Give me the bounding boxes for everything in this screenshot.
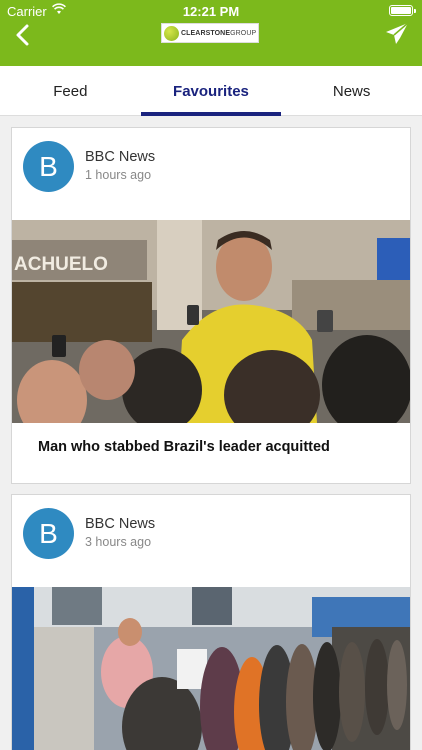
tab-feed[interactable]: Feed	[0, 66, 141, 116]
logo-text-light: GROUP	[230, 29, 257, 37]
logo-text: CLEARSTONE	[181, 29, 231, 37]
post-headline[interactable]: Man who stabbed Brazil's leader acquitte…	[38, 439, 398, 455]
status-bar: Carrier 12:21 PM	[0, 0, 422, 22]
back-button[interactable]	[10, 22, 36, 48]
post-source: BBC News	[85, 149, 156, 165]
favourites-feed[interactable]: B BBC News 1 hours ago ACHUELO Man who s…	[0, 117, 422, 750]
post-card[interactable]: B BBC News 3 hours ago	[11, 494, 411, 750]
post-image[interactable]: ACHUELO	[12, 220, 410, 423]
clock: 12:21 PM	[182, 4, 240, 19]
app-logo: CLEARSTONEGROUP	[161, 23, 259, 43]
post-time: 3 hours ago	[85, 535, 152, 549]
battery-icon	[389, 5, 416, 16]
paper-plane-icon[interactable]	[384, 21, 410, 47]
post-card[interactable]: B BBC News 1 hours ago ACHUELO Man who s…	[11, 127, 411, 484]
nav-bar: Carrier 12:21 PM CLEARSTONEGROUP	[0, 0, 422, 66]
logo-mark-icon	[164, 25, 179, 41]
avatar: B	[23, 141, 74, 192]
avatar: B	[23, 508, 74, 559]
post-time: 1 hours ago	[85, 168, 152, 182]
tab-news[interactable]: News	[281, 66, 422, 116]
post-image[interactable]	[12, 587, 410, 750]
post-header: B BBC News 3 hours ago	[12, 495, 410, 587]
image-sign-text: ACHUELO	[14, 254, 108, 275]
tab-favourites[interactable]: Favourites	[140, 66, 282, 116]
post-source: BBC News	[85, 516, 156, 532]
post-header: B BBC News 1 hours ago	[12, 128, 410, 220]
tab-bar: Feed Favourites News	[0, 66, 422, 116]
